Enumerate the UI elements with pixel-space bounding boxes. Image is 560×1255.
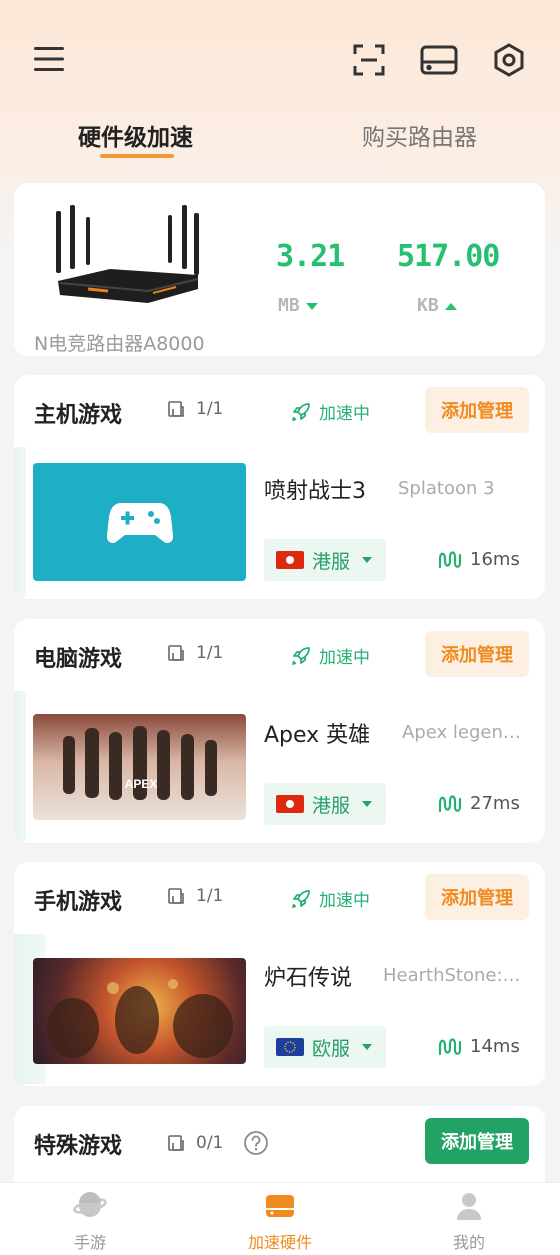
download-unit-label: MB bbox=[278, 295, 300, 316]
latency: 16ms bbox=[438, 549, 520, 570]
nav-item-mobile-games[interactable]: 手游 bbox=[30, 1191, 150, 1253]
acceleration-status: 加速中 bbox=[290, 399, 370, 424]
acceleration-status: 加速中 bbox=[290, 886, 370, 911]
rocket-icon bbox=[292, 402, 310, 421]
hong-kong-flag-icon bbox=[276, 551, 304, 569]
router-device-icon[interactable] bbox=[418, 42, 460, 78]
game-count: 1/1 bbox=[166, 886, 223, 906]
tab-hardware-acceleration[interactable]: 硬件级加速 bbox=[78, 118, 193, 152]
game-thumbnail[interactable] bbox=[33, 958, 246, 1064]
apex-logo-text: APEX bbox=[125, 777, 158, 791]
side-strip bbox=[14, 691, 26, 841]
game-thumbnail[interactable] bbox=[33, 463, 246, 581]
tab-buy-router[interactable]: 购买路由器 bbox=[362, 118, 477, 152]
status-text: 加速中 bbox=[319, 891, 370, 911]
bottom-navigation: 手游 加速硬件 我的 bbox=[0, 1182, 560, 1255]
region-label: 港服 bbox=[312, 550, 351, 573]
upload-speed-unit: KB bbox=[417, 295, 457, 316]
game-english-name: Apex legen… bbox=[402, 722, 521, 743]
add-manage-button[interactable]: 添加管理 bbox=[425, 874, 529, 920]
section-title: 电脑游戏 bbox=[34, 647, 123, 672]
region-selector[interactable]: 港服 bbox=[264, 539, 386, 581]
status-text: 加速中 bbox=[319, 404, 370, 424]
planet-icon bbox=[73, 1192, 107, 1217]
game-thumbnail[interactable]: APEX bbox=[33, 714, 246, 820]
upload-speed-value: 517.00 bbox=[397, 239, 500, 274]
count-text: 1/1 bbox=[196, 399, 224, 419]
game-count: 1/1 bbox=[166, 643, 223, 663]
latency: 14ms bbox=[438, 1036, 520, 1057]
upload-unit-label: KB bbox=[417, 295, 439, 316]
console-games-section: 主机游戏 1/1 加速中 添加管理 喷射战士3 Splatoon 3 港服 16… bbox=[14, 375, 545, 599]
dropdown-caret-icon bbox=[362, 801, 373, 807]
pc-games-section: 电脑游戏 1/1 加速中 添加管理 APEX Apex 英雄 Apex lege… bbox=[14, 619, 545, 843]
game-count: 0/1 bbox=[166, 1130, 269, 1156]
add-manage-button[interactable]: 添加管理 bbox=[425, 387, 529, 433]
acceleration-status: 加速中 bbox=[290, 643, 370, 668]
download-speed-value: 3.21 bbox=[276, 239, 345, 274]
nav-item-profile[interactable]: 我的 bbox=[409, 1191, 529, 1253]
nav-label: 手游 bbox=[73, 1233, 106, 1252]
game-name: 喷射战士3 bbox=[264, 479, 366, 504]
add-manage-button[interactable]: 添加管理 bbox=[425, 1118, 529, 1164]
rocket-icon bbox=[292, 646, 310, 665]
game-name: Apex 英雄 bbox=[264, 723, 371, 748]
nav-item-hardware[interactable]: 加速硬件 bbox=[220, 1191, 340, 1253]
router-card[interactable]: 3.21 MB 517.00 KB N电竞路由器A8000 bbox=[14, 183, 545, 356]
download-speed-unit: MB bbox=[278, 295, 318, 316]
settings-icon[interactable] bbox=[489, 40, 529, 80]
status-text: 加速中 bbox=[319, 648, 370, 668]
signal-wave-icon bbox=[438, 1037, 462, 1055]
region-label: 港服 bbox=[312, 794, 351, 817]
device-count-icon bbox=[168, 645, 184, 661]
latency: 27ms bbox=[438, 793, 520, 814]
menu-icon[interactable] bbox=[30, 42, 68, 76]
signal-wave-icon bbox=[438, 550, 462, 568]
side-strip bbox=[14, 447, 26, 597]
game-english-name: HearthStone:… bbox=[383, 965, 521, 986]
eu-flag-icon bbox=[276, 1038, 304, 1056]
device-count-icon bbox=[168, 888, 184, 904]
hong-kong-flag-icon bbox=[276, 795, 304, 813]
upload-arrow-icon bbox=[444, 302, 457, 310]
dropdown-caret-icon bbox=[362, 557, 373, 563]
game-english-name: Splatoon 3 bbox=[398, 478, 495, 499]
latency-value: 16ms bbox=[470, 549, 520, 570]
router-name: N电竞路由器A8000 bbox=[34, 333, 205, 355]
help-icon[interactable] bbox=[243, 1130, 269, 1156]
count-text: 0/1 bbox=[196, 1133, 224, 1153]
device-count-icon bbox=[168, 1135, 184, 1151]
router-image bbox=[48, 203, 208, 313]
active-tab-indicator bbox=[100, 154, 174, 158]
download-arrow-icon bbox=[305, 302, 318, 310]
nav-label: 加速硬件 bbox=[247, 1233, 312, 1252]
rocket-icon bbox=[292, 889, 310, 908]
region-selector[interactable]: 欧服 bbox=[264, 1026, 386, 1068]
game-name: 炉石传说 bbox=[264, 966, 353, 991]
region-label: 欧服 bbox=[312, 1037, 351, 1060]
nav-label: 我的 bbox=[452, 1233, 485, 1252]
scan-icon[interactable] bbox=[350, 42, 388, 78]
count-text: 1/1 bbox=[196, 643, 224, 663]
dropdown-caret-icon bbox=[362, 1044, 373, 1050]
region-selector[interactable]: 港服 bbox=[264, 783, 386, 825]
tab-bar: 硬件级加速 购买路由器 bbox=[0, 112, 560, 162]
latency-value: 14ms bbox=[470, 1036, 520, 1057]
gamepad-icon bbox=[106, 503, 173, 544]
add-manage-button[interactable]: 添加管理 bbox=[425, 631, 529, 677]
count-text: 1/1 bbox=[196, 886, 224, 906]
user-icon bbox=[457, 1193, 481, 1220]
game-count: 1/1 bbox=[166, 399, 223, 419]
section-title: 主机游戏 bbox=[34, 403, 123, 428]
device-count-icon bbox=[168, 401, 184, 417]
hardware-icon bbox=[266, 1195, 294, 1217]
section-title: 特殊游戏 bbox=[34, 1134, 123, 1159]
mobile-games-section: 手机游戏 1/1 加速中 添加管理 炉石传说 HearthStone:… 欧服 bbox=[14, 862, 545, 1086]
top-bar bbox=[0, 0, 560, 110]
signal-wave-icon bbox=[438, 794, 462, 812]
latency-value: 27ms bbox=[470, 793, 520, 814]
section-title: 手机游戏 bbox=[34, 890, 123, 915]
